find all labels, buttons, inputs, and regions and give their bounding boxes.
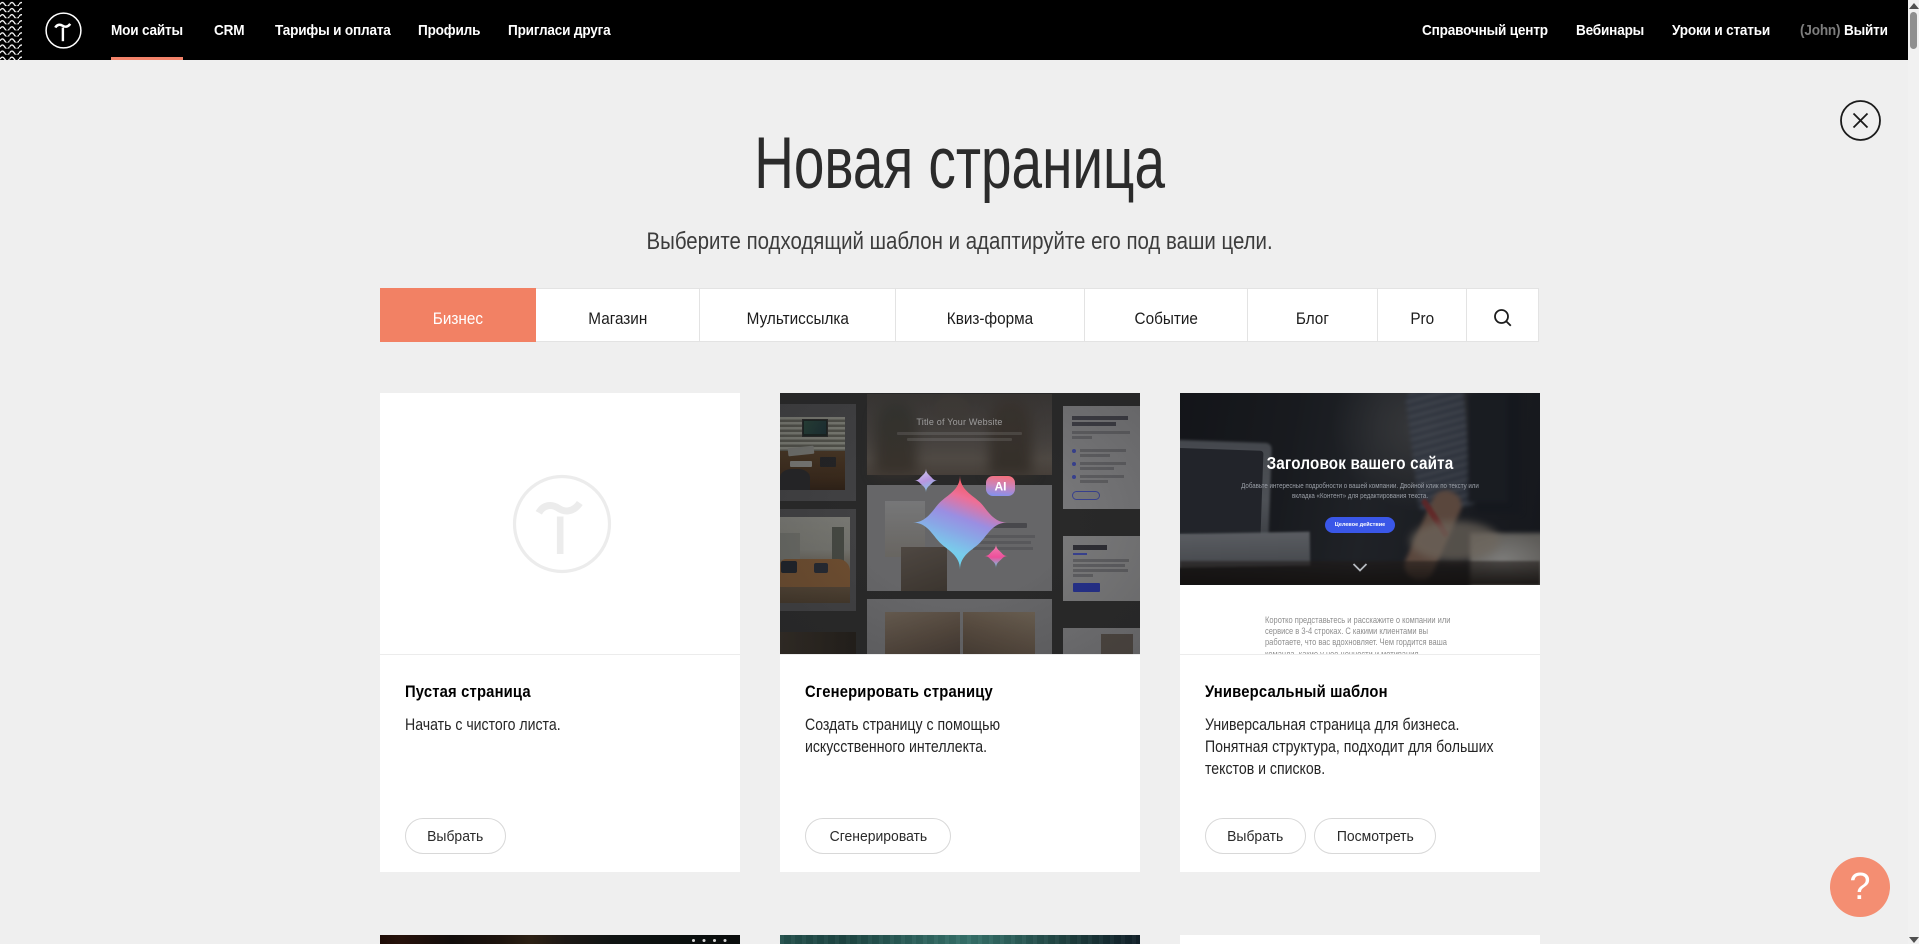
svg-text:AI: AI bbox=[995, 480, 1007, 494]
